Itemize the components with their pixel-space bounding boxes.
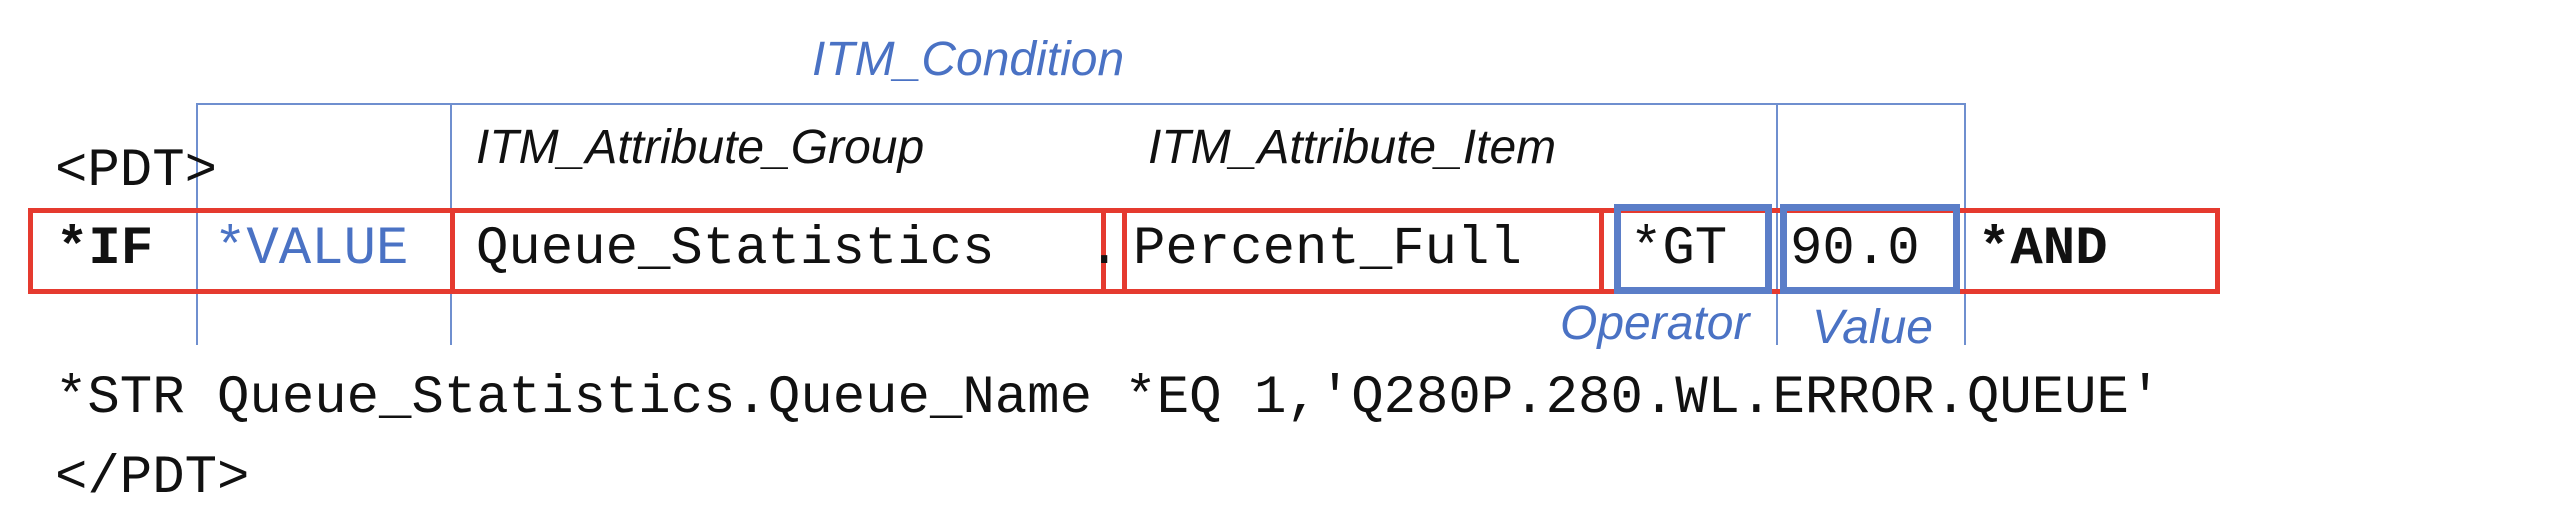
threshold-value: 90.0 — [1790, 219, 1920, 280]
operator-label: Operator — [1560, 297, 1750, 350]
attribute-dot: . — [1088, 219, 1121, 280]
if-keyword: *IF — [56, 219, 154, 280]
condition-bracket-top — [196, 103, 1964, 105]
itm-condition-label: ITM_Condition — [812, 33, 1125, 86]
and-keyword: *AND — [1978, 219, 2108, 280]
attribute-group-name: Queue_Statistics — [476, 219, 995, 280]
str-condition-line: *STR Queue_Statistics.Queue_Name *EQ 1,'… — [55, 368, 2162, 429]
attribute-item-name: Percent_Full — [1133, 219, 1522, 280]
itm-attribute-group-label: ITM_Attribute_Group — [476, 121, 925, 174]
operator-value: *GT — [1630, 219, 1728, 280]
pdt-open-tag: <PDT> — [55, 141, 218, 202]
pdt-close-tag: </PDT> — [55, 448, 250, 509]
value-label: Value — [1812, 301, 1933, 354]
itm-attribute-item-label: ITM_Attribute_Item — [1148, 121, 1557, 174]
value-keyword: *VALUE — [214, 219, 409, 280]
